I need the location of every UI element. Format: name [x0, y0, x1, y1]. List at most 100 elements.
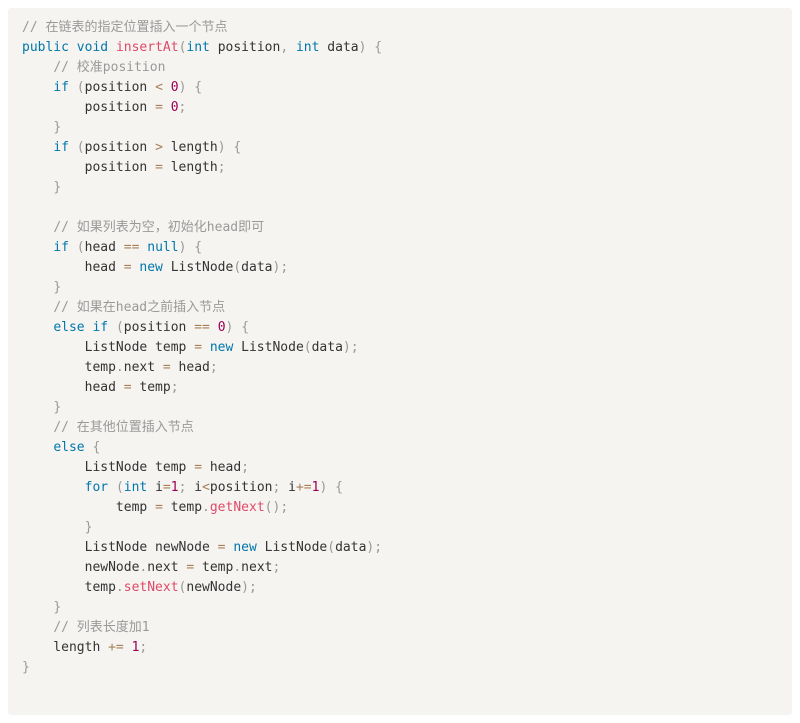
code-token-operator: =: [123, 380, 132, 395]
code-token-operator: =: [155, 500, 163, 515]
code-token-punct: (: [76, 240, 85, 255]
code-token-operator: =: [162, 360, 171, 375]
code-token-plain: head: [22, 260, 124, 275]
code-token-punct: ;: [178, 100, 187, 115]
code-line: // 如果列表为空，初始化head即可: [22, 218, 792, 238]
code-token-keyword: new: [139, 260, 163, 275]
code-line: }: [22, 178, 792, 198]
code-token-keyword: if: [92, 320, 109, 335]
code-token-operator: +=: [295, 480, 312, 495]
code-line: }: [22, 598, 792, 618]
code-token-punct: }: [53, 400, 62, 415]
code-token-punct: (: [115, 480, 124, 495]
code-token-keyword: int: [186, 40, 210, 55]
code-token-plain: ListNode: [241, 340, 304, 355]
code-line: newNode.next = temp.next;: [22, 558, 792, 578]
code-token-keyword: new: [209, 340, 234, 355]
code-token-plain: temp: [22, 500, 156, 515]
code-line: if (position > length) {: [22, 138, 792, 158]
code-token-plain: head: [170, 360, 210, 375]
code-line: }: [22, 398, 792, 418]
code-token-plain: temp: [162, 500, 203, 515]
code-line: else {: [22, 438, 792, 458]
code-token-punct: ,: [280, 40, 289, 55]
code-token-plain: i: [280, 480, 296, 495]
code-token-plain: next: [147, 560, 187, 575]
code-token-operator: =: [162, 480, 171, 495]
code-token-keyword: for: [84, 480, 109, 495]
code-token-plain: data: [311, 340, 343, 355]
code-token-punct: (: [233, 260, 242, 275]
code-token-operator: =: [217, 540, 226, 555]
code-token-comment: // 如果在head之前插入节点: [53, 300, 226, 315]
code-line: temp = temp.getNext();: [22, 498, 792, 518]
code-token-plain: position: [209, 480, 273, 495]
code-token-comment: // 列表长度加1: [53, 620, 150, 635]
code-line: length += 1;: [22, 638, 792, 658]
code-token-punct: .: [115, 360, 124, 375]
code-token-punct: (: [76, 80, 85, 95]
code-token-plain: ListNode: [170, 260, 234, 275]
code-token-keyword: if: [53, 140, 69, 155]
code-token-punct: {: [194, 80, 203, 95]
code-token-punct: ;: [209, 360, 218, 375]
code-token-punct: ;: [350, 340, 359, 355]
code-line: ListNode temp = new ListNode(data);: [22, 338, 792, 358]
code-token-punct: {: [194, 240, 203, 255]
code-token-comment: // 校准position: [53, 60, 166, 75]
code-token-punct: ): [342, 340, 351, 355]
code-token-plain: data: [335, 540, 367, 555]
code-token-plain: data: [241, 260, 273, 275]
code-token-punct: (: [327, 540, 336, 555]
code-token-punct: }: [22, 660, 30, 675]
code-token-punct: ;: [241, 460, 249, 475]
code-line: public void insertAt(int position, int d…: [22, 38, 792, 58]
code-token-plain: data: [319, 40, 359, 55]
code-token-operator: ==: [123, 240, 140, 255]
code-token-keyword: null: [147, 240, 179, 255]
code-token-punct: {: [233, 140, 242, 155]
code-token-plain: newNode: [22, 560, 140, 575]
code-token-operator: =: [194, 340, 203, 355]
code-token-plain: i: [186, 480, 203, 495]
code-token-operator: =: [194, 460, 203, 475]
code-token-keyword: public: [22, 40, 69, 55]
code-token-plain: head: [22, 380, 124, 395]
code-token-function: setNext: [123, 580, 179, 595]
code-token-punct: (: [115, 320, 124, 335]
code-token-punct: ;: [374, 540, 383, 555]
code-line: ListNode temp = head;: [22, 458, 792, 478]
code-token-number: 0: [170, 80, 179, 95]
code-line: // 在其他位置插入节点: [22, 418, 792, 438]
code-token-plain: length: [162, 140, 218, 155]
code-line: // 如果在head之前插入节点: [22, 298, 792, 318]
code-line: head = new ListNode(data);: [22, 258, 792, 278]
code-token-operator: >: [155, 140, 163, 155]
code-token-operator: <: [155, 80, 163, 95]
code-token-plain: ListNode temp: [22, 340, 195, 355]
code-token-plain: length: [162, 160, 218, 175]
code-token-punct: ;: [272, 560, 281, 575]
code-token-punct: }: [53, 600, 62, 615]
code-token-keyword: else: [53, 320, 85, 335]
code-line: }: [22, 658, 792, 678]
code-token-punct: }: [53, 180, 62, 195]
code-token-operator: ==: [194, 320, 210, 335]
code-token-plain: position: [84, 80, 156, 95]
code-token-function: insertAt: [115, 40, 179, 55]
code-token-punct: ;: [280, 500, 289, 515]
